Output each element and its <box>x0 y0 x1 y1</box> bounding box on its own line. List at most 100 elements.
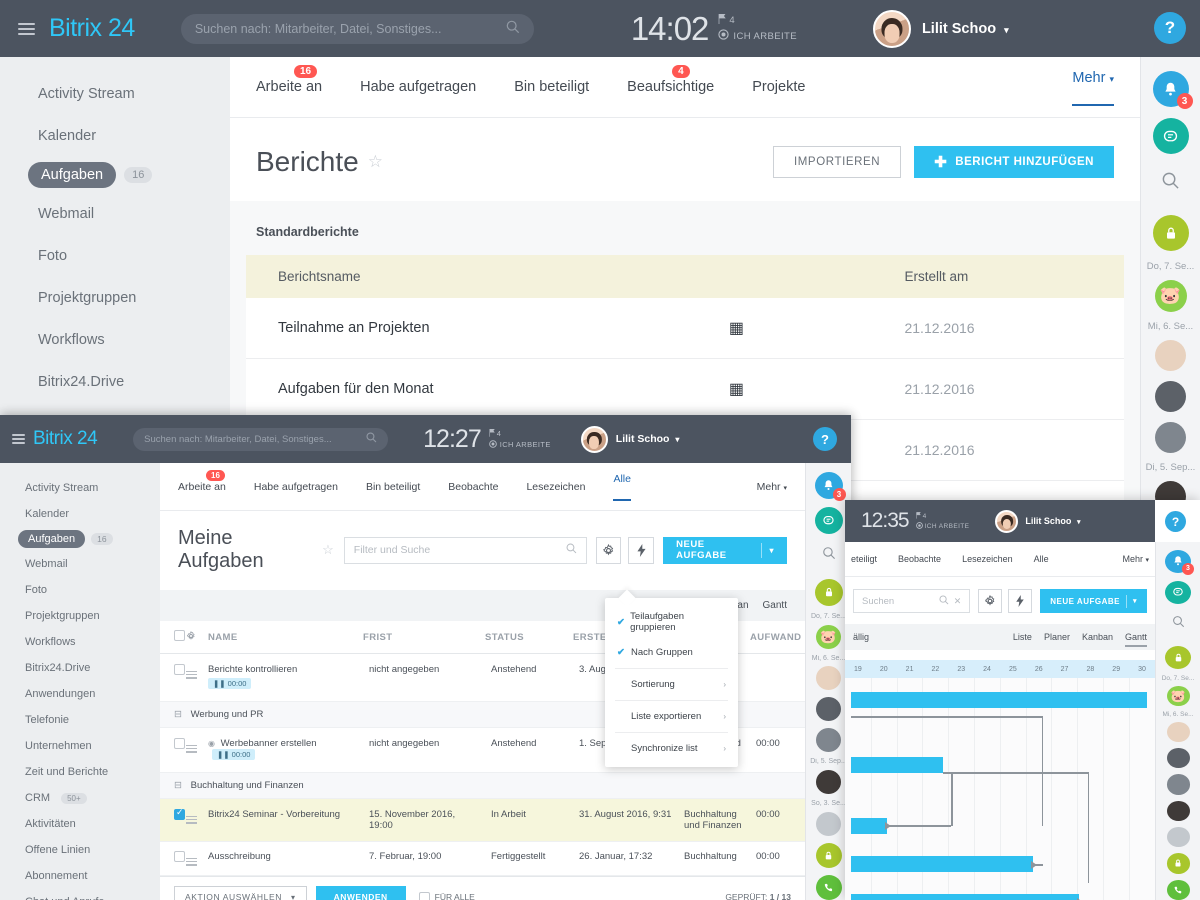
drag-handle-icon[interactable] <box>186 744 197 753</box>
messenger-icon[interactable] <box>814 506 843 534</box>
gantt-bar-c[interactable] <box>851 856 1033 872</box>
sidebar-item-4[interactable]: Foto <box>0 235 230 277</box>
rail-search-icon[interactable] <box>822 546 836 565</box>
view-tab-gantt[interactable]: Gantt <box>1124 632 1148 647</box>
sidebar-item-15[interactable]: Abonnement <box>0 863 160 889</box>
sidebar-item-6[interactable]: Workflows <box>0 629 160 655</box>
clear-icon[interactable]: ✕ <box>954 596 962 607</box>
sidebar-item-8[interactable]: Anwendungen <box>0 681 160 707</box>
username[interactable]: Lilit Schoo ▾ <box>922 21 1009 37</box>
brand-logo[interactable]: Bitrix 24 <box>33 428 98 450</box>
select-all-checkbox[interactable] <box>174 630 185 641</box>
favorite-star-icon[interactable]: ☆ <box>322 542 334 558</box>
action-select-dropdown[interactable]: AKTION AUSWÄHLEN ▾ <box>174 885 307 900</box>
row-checkbox[interactable] <box>174 664 185 675</box>
menu-item-liste-exportieren[interactable]: Liste exportieren › <box>605 704 738 729</box>
contact-avatar-1[interactable] <box>1155 340 1186 371</box>
contact-avatar-piggy[interactable]: 🐷 <box>1154 280 1187 312</box>
view-tab-gantt[interactable]: Gantt <box>763 600 787 611</box>
sidebar-item-5[interactable]: Projektgruppen <box>0 277 230 319</box>
search-input[interactable]: Suchen ✕ <box>853 589 971 613</box>
menu-item-sortierung[interactable]: Sortierung › <box>605 672 738 697</box>
contact-avatar-5[interactable] <box>1166 826 1190 848</box>
rail-search-icon[interactable] <box>1161 171 1180 195</box>
col-name[interactable]: NAME <box>208 621 363 654</box>
sidebar-item-9[interactable]: Telefonie <box>0 707 160 733</box>
tab-mehr[interactable]: Mehr ▾ <box>1122 554 1149 564</box>
task-name[interactable]: Werbebanner erstellen <box>221 738 317 749</box>
tab-habe-aufgetragen[interactable]: Habe aufgetragen <box>254 481 338 493</box>
lock-icon[interactable] <box>814 578 843 606</box>
sidebar-item-aufgaben[interactable]: Aufgaben 16 <box>0 157 230 193</box>
table-row[interactable]: Bitrix24 Seminar - Vorbereitung 15. Nove… <box>160 798 805 842</box>
sidebar-item-aufgaben[interactable]: Aufgaben 16 <box>0 527 160 551</box>
settings-gear-button[interactable] <box>978 589 1003 613</box>
menu-burger-icon[interactable] <box>18 22 35 35</box>
sidebar-item-7[interactable]: Bitrix24.Drive <box>0 361 230 403</box>
tab-projekte[interactable]: Projekte <box>752 79 805 95</box>
tab-beobachte[interactable]: Beobachte <box>898 554 941 564</box>
col-select-all[interactable] <box>160 621 186 654</box>
tab-arbeite-an[interactable]: Arbeite an 16 <box>178 469 226 493</box>
phone-icon[interactable] <box>1166 879 1190 900</box>
task-name[interactable]: Ausschreibung <box>208 841 363 876</box>
for-all-checkbox-wrap[interactable]: FÜR ALLE <box>418 891 475 900</box>
row-checkbox[interactable] <box>174 738 185 749</box>
col-status[interactable]: STATUS <box>485 621 573 654</box>
sidebar-item-10[interactable]: Unternehmen <box>0 733 160 759</box>
drag-handle-icon[interactable] <box>186 857 197 866</box>
rail-search-icon[interactable] <box>1172 615 1185 633</box>
group-cell[interactable]: ⊟ Buchhaltung und Finanzen <box>160 772 805 799</box>
tab-mehr[interactable]: Mehr ▾ <box>1072 70 1114 106</box>
settings-gear-button[interactable] <box>595 536 622 564</box>
apply-button[interactable]: ANWENDEN <box>315 885 406 900</box>
sidebar-item-1[interactable]: Kalender <box>0 501 160 527</box>
task-group[interactable]: Buchhaltung und Finanzen <box>678 798 750 842</box>
sidebar-item-crm[interactable]: CRM 50+ <box>0 785 160 811</box>
col-gear[interactable] <box>186 621 208 654</box>
tab-alle[interactable]: Alle <box>1034 554 1049 564</box>
sidebar-item-0[interactable]: Activity Stream <box>0 73 230 115</box>
sidebar-item-1[interactable]: Kalender <box>0 115 230 157</box>
menu-item-teilaufgaben-gruppieren[interactable]: ✔ Teilaufgaben gruppieren <box>605 604 738 640</box>
avatar[interactable] <box>995 509 1019 533</box>
view-tab-liste[interactable]: Liste <box>1013 632 1032 642</box>
contact-avatar-3[interactable] <box>816 728 841 753</box>
contact-avatar-5[interactable] <box>816 811 841 837</box>
tab-beobachte[interactable]: Beobachte <box>448 481 498 493</box>
contact-avatar-1[interactable] <box>816 666 841 691</box>
import-button[interactable]: IMPORTIEREN <box>772 146 902 178</box>
task-name[interactable]: Berichte kontrollieren <box>208 664 357 675</box>
notifications-icon[interactable]: 3 <box>1152 71 1193 109</box>
drag-handle-icon[interactable] <box>186 815 197 824</box>
tab-bin-beteiligt[interactable]: Bin beteiligt <box>514 79 589 95</box>
contact-avatar-3[interactable] <box>1155 422 1186 453</box>
tab-arbeite-an[interactable]: Arbeite an 16 <box>256 65 322 95</box>
contact-avatar-2[interactable] <box>1155 381 1186 412</box>
chevron-down-icon[interactable]: ▾ <box>770 546 775 555</box>
lock-icon-2[interactable] <box>815 843 842 869</box>
contact-avatar-3[interactable] <box>1166 774 1190 795</box>
report-name[interactable]: Teilnahme an Projekten <box>246 298 729 359</box>
lock-icon-2[interactable] <box>1166 853 1190 874</box>
collapse-icon[interactable]: ⊟ <box>174 709 182 720</box>
contact-avatar-piggy[interactable]: 🐷 <box>816 624 841 649</box>
task-name-cell[interactable]: Berichte kontrollieren ❚❚ 00:00 <box>208 653 363 702</box>
task-name[interactable]: Bitrix24 Seminar - Vorbereitung <box>208 798 363 842</box>
tab-lesezeichen[interactable]: Lesezeichen <box>962 554 1013 564</box>
tab-beaufsichtige[interactable]: Beaufsichtige 4 <box>627 65 714 95</box>
lock-icon[interactable] <box>1152 215 1189 251</box>
sidebar-item-14[interactable]: Offene Linien <box>0 837 160 863</box>
help-button[interactable]: ? <box>1154 12 1186 44</box>
tab-bin-beteiligt[interactable]: eteiligt <box>851 554 877 564</box>
report-name[interactable]: Aufgaben für den Monat <box>246 358 729 420</box>
add-report-button[interactable]: ✚ BERICHT HINZUFÜGEN <box>914 146 1114 178</box>
search-input[interactable]: Suchen nach: Mitarbeiter, Datei, Sonstig… <box>180 13 534 44</box>
help-button[interactable]: ? <box>1165 511 1186 532</box>
avatar[interactable] <box>580 425 608 453</box>
new-task-button[interactable]: NEUE AUFGABE ▾ <box>1040 589 1147 613</box>
col-frist[interactable]: FRIST <box>363 621 485 654</box>
username[interactable]: Lilit Schoo ▾ <box>1025 516 1080 526</box>
quick-actions-button[interactable] <box>628 536 655 564</box>
menu-burger-icon[interactable] <box>12 434 25 444</box>
